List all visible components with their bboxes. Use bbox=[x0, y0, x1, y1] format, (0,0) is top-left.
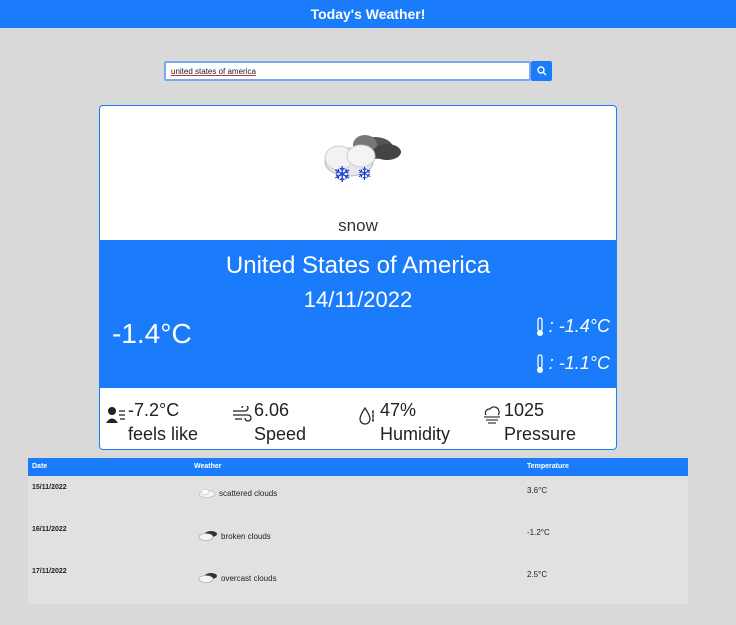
thermometer-icon bbox=[535, 316, 545, 337]
temp-max-value: : -1.4°C bbox=[548, 316, 610, 336]
column-temperature: Temperature bbox=[527, 463, 569, 470]
forecast-header: Date Weather Temperature bbox=[28, 458, 688, 476]
row-weather: scattered clouds bbox=[219, 488, 278, 498]
wind-value: 6.06 bbox=[254, 400, 290, 420]
search-input[interactable] bbox=[164, 61, 531, 81]
svg-text:❄: ❄ bbox=[333, 163, 351, 188]
current-date: 14/11/2022 bbox=[303, 287, 413, 312]
humidity-stat: 47% Humidity bbox=[358, 398, 450, 446]
row-temperature: 2.5°C bbox=[527, 570, 548, 579]
weather-condition: snow bbox=[338, 216, 378, 235]
thermometer-icon bbox=[535, 353, 545, 374]
column-date: Date bbox=[32, 463, 48, 470]
table-row: 16/11/2022 broken clouds -1.2°C bbox=[28, 518, 688, 560]
feels-like-label: feels like bbox=[128, 424, 199, 444]
row-temperature: 3.6°C bbox=[527, 486, 548, 495]
snow-cloud-icon: ❄ ❄ bbox=[324, 135, 401, 188]
table-row: 17/11/2022 overcast clouds 2.5°C bbox=[28, 560, 688, 602]
temp-min: : -1.1°C bbox=[535, 353, 610, 374]
location-panel: United States of America 14/11/2022 -1.4… bbox=[100, 240, 616, 388]
humidity-value: 47% bbox=[380, 400, 417, 420]
search-icon bbox=[536, 66, 546, 76]
row-date: 16/11/2022 bbox=[32, 526, 67, 533]
row-weather: overcast clouds bbox=[221, 573, 277, 583]
weather-stats: -7.2°C feels like 6.06 Speed 47% Humidity bbox=[100, 388, 616, 449]
pressure-label: Pressure bbox=[504, 424, 577, 444]
table-row: 15/11/2022 scattered clouds 3.6°C bbox=[28, 476, 688, 518]
row-weather: broken clouds bbox=[221, 531, 271, 541]
current-temperature: -1.4°C bbox=[112, 318, 192, 349]
header-bar: Today's Weather! bbox=[0, 0, 736, 28]
city-name: United States of America bbox=[225, 252, 491, 279]
forecast-table: Date Weather Temperature 15/11/2022 scat… bbox=[28, 458, 688, 604]
page-title: Today's Weather! bbox=[310, 6, 426, 22]
wind-label: Speed bbox=[254, 424, 307, 444]
overcast-clouds-icon bbox=[198, 572, 218, 584]
current-weather-card: ❄ ❄ snow United States of America 14/11/… bbox=[99, 105, 617, 450]
svg-text:❄: ❄ bbox=[357, 164, 372, 185]
broken-clouds-icon bbox=[198, 530, 218, 542]
scattered-clouds-icon bbox=[198, 488, 216, 498]
row-temperature: -1.2°C bbox=[527, 528, 550, 537]
feels-like-value: -7.2°C bbox=[128, 400, 180, 420]
feels-like-stat: -7.2°C feels like bbox=[106, 398, 198, 446]
row-date: 15/11/2022 bbox=[32, 484, 67, 491]
temp-max: : -1.4°C bbox=[535, 316, 610, 337]
humidity-label: Humidity bbox=[380, 424, 451, 444]
search-button[interactable] bbox=[531, 61, 552, 81]
person-icon bbox=[106, 407, 125, 423]
row-date: 17/11/2022 bbox=[32, 568, 67, 575]
pressure-stat: 1025 Pressure bbox=[482, 398, 576, 446]
temp-min-value: : -1.1°C bbox=[548, 353, 610, 373]
wind-stat: 6.06 Speed bbox=[232, 398, 306, 446]
search-bar bbox=[164, 61, 552, 81]
pressure-value: 1025 bbox=[504, 400, 545, 420]
humidity-icon bbox=[359, 406, 374, 425]
column-weather: Weather bbox=[194, 463, 222, 470]
wind-icon bbox=[233, 406, 252, 422]
pressure-icon bbox=[484, 406, 500, 424]
